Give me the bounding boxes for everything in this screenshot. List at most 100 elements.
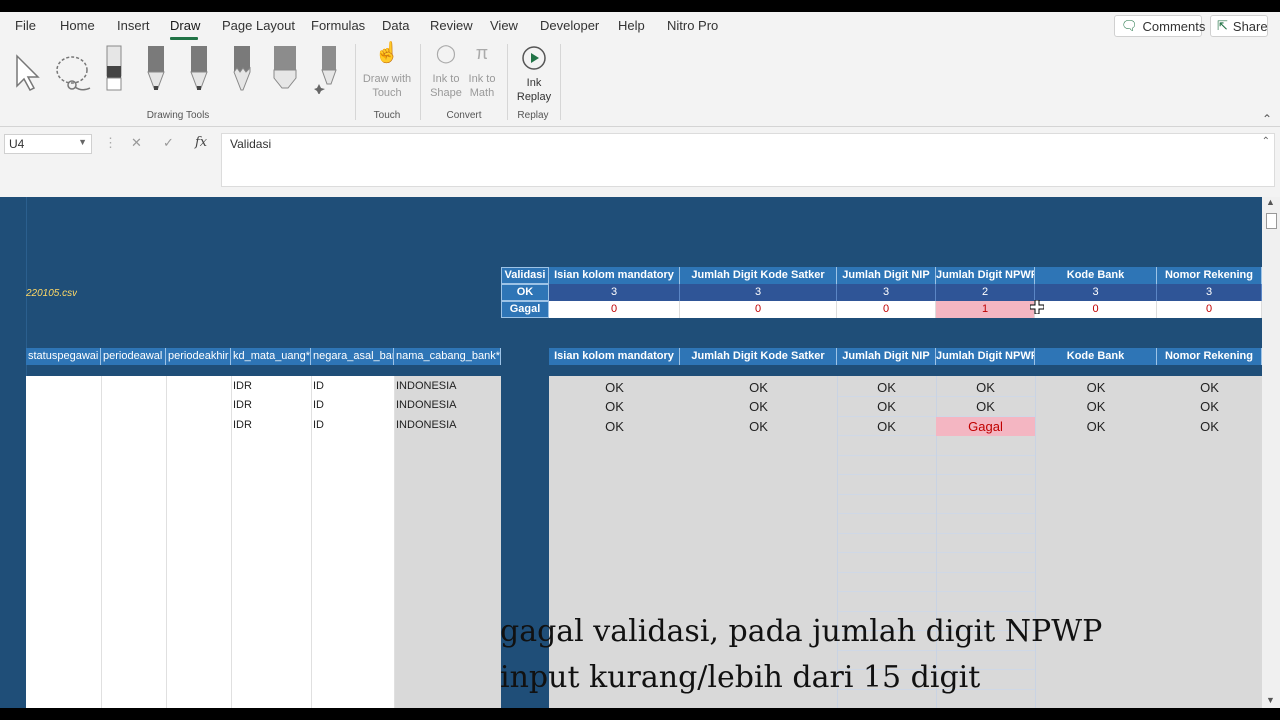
result-cell-ok[interactable]: OK (837, 397, 936, 416)
menu-draw[interactable]: Draw (170, 18, 200, 33)
result-cell-ok[interactable]: OK (549, 417, 680, 436)
menu-review[interactable]: Review (430, 18, 473, 33)
result-cell-ok[interactable]: OK (1035, 417, 1157, 436)
summary-ok-count[interactable]: 3 (549, 284, 680, 301)
result-cell-ok[interactable]: OK (1035, 378, 1157, 397)
menu-view[interactable]: View (490, 18, 518, 33)
pen-gray-1-icon[interactable] (145, 44, 167, 94)
share-button[interactable]: ⇱ Share (1210, 15, 1268, 37)
data-col-header[interactable]: nama_cabang_bank* (394, 348, 501, 365)
data-cell[interactable]: IDR (232, 399, 310, 415)
menu-nitro-pro[interactable]: Nitro Pro (667, 18, 718, 33)
ink-to-math-button[interactable]: π Ink to Math (462, 44, 502, 100)
result-cell-ok[interactable]: OK (680, 397, 837, 416)
summary-col-header[interactable]: Kode Bank (1035, 267, 1157, 284)
data-cell[interactable]: ID (312, 380, 393, 396)
lasso-select-icon[interactable] (54, 54, 94, 94)
menu-home[interactable]: Home (60, 18, 95, 33)
summary-col-header[interactable]: Jumlah Digit NPWP (936, 267, 1035, 284)
summary-ok-count[interactable]: 3 (837, 284, 936, 301)
highlighter-icon[interactable] (270, 44, 300, 94)
summary-col-header[interactable]: Isian kolom mandatory (549, 267, 680, 284)
data-col-header[interactable]: negara_asal_bank* (311, 348, 394, 365)
result-cell-gagal[interactable]: Gagal (936, 417, 1035, 436)
draw-with-touch-button[interactable]: ☝ Draw with Touch (358, 43, 416, 100)
menu-file[interactable]: File (15, 18, 36, 33)
data-cell[interactable]: IDR (232, 419, 310, 435)
vertical-scrollbar[interactable]: ▲ ▼ (1262, 197, 1280, 708)
summary-gagal-count[interactable]: 0 (1157, 301, 1262, 318)
comments-button[interactable]: 🗨 Comments (1114, 15, 1205, 37)
result-cell-ok[interactable]: OK (1157, 397, 1262, 416)
result-cell-ok[interactable]: OK (1157, 417, 1262, 436)
summary-ok-count[interactable]: 2 (936, 284, 1035, 301)
summary-gagal-count[interactable]: 0 (837, 301, 936, 318)
pen-black-icon[interactable] (104, 44, 124, 94)
data-cell[interactable]: ID (312, 399, 393, 415)
result-cell-ok[interactable]: OK (1157, 378, 1262, 397)
menu-insert[interactable]: Insert (117, 18, 150, 33)
data-cell[interactable]: INDONESIA (395, 419, 500, 435)
result-cell-ok[interactable]: OK (549, 378, 680, 397)
action-pen-icon[interactable] (314, 44, 340, 94)
scroll-thumb[interactable] (1266, 213, 1277, 229)
result-col-header[interactable]: Jumlah Digit NPWP (936, 348, 1035, 365)
data-cell[interactable]: IDR (232, 380, 310, 396)
summary-ok-count[interactable]: 3 (1035, 284, 1157, 301)
chevron-down-icon[interactable]: ▼ (78, 137, 87, 147)
data-cell[interactable]: INDONESIA (395, 380, 500, 396)
pencil-icon[interactable] (231, 44, 253, 94)
result-cell-ok[interactable]: OK (680, 378, 837, 397)
video-subtitle-line-1: gagal validasi, pada jumlah digit NPWP (500, 614, 1103, 649)
data-col-header[interactable]: kd_mata_uang* (231, 348, 311, 365)
cancel-entry-icon[interactable]: ✕ (131, 135, 142, 151)
summary-col-header[interactable]: Jumlah Digit NIP (837, 267, 936, 284)
menu-formulas[interactable]: Formulas (311, 18, 365, 33)
result-cell-ok[interactable]: OK (837, 378, 936, 397)
pen-gray-2-icon[interactable] (188, 44, 210, 94)
confirm-entry-icon[interactable]: ✓ (163, 135, 174, 151)
result-cell-ok[interactable]: OK (936, 378, 1035, 397)
result-cell-ok[interactable]: OK (936, 397, 1035, 416)
summary-gagal-count[interactable]: 0 (549, 301, 680, 318)
data-cell[interactable]: INDONESIA (395, 399, 500, 415)
share-icon: ⇱ (1217, 18, 1228, 33)
menu-data[interactable]: Data (382, 18, 409, 33)
ok-label-cell[interactable]: OK (501, 284, 549, 301)
summary-col-header[interactable]: Jumlah Digit Kode Satker (680, 267, 837, 284)
result-col-header[interactable]: Jumlah Digit NIP (837, 348, 936, 365)
menu-developer[interactable]: Developer (540, 18, 599, 33)
result-col-header[interactable]: Nomor Rekening (1157, 348, 1262, 365)
data-cell[interactable]: ID (312, 419, 393, 435)
menu-page-layout[interactable]: Page Layout (222, 18, 295, 33)
data-col-header[interactable]: periodeawal (101, 348, 166, 365)
data-col-header[interactable]: periodeakhir (166, 348, 231, 365)
menu-help[interactable]: Help (618, 18, 645, 33)
validasi-header-cell[interactable]: Validasi (501, 267, 549, 284)
name-box[interactable]: U4 ▼ (4, 134, 92, 154)
collapse-ribbon-icon[interactable]: ⌃ (1262, 112, 1272, 126)
select-pointer-icon[interactable] (14, 54, 42, 92)
result-cell-ok[interactable]: OK (837, 417, 936, 436)
summary-gagal-count[interactable]: 1 (936, 301, 1035, 318)
result-cell-ok[interactable]: OK (680, 417, 837, 436)
drawing-tools-label: Drawing Tools (146, 110, 210, 121)
summary-col-header[interactable]: Nomor Rekening (1157, 267, 1262, 284)
summary-ok-count[interactable]: 3 (680, 284, 837, 301)
insert-function-icon[interactable]: fx (195, 135, 207, 150)
result-cell-ok[interactable]: OK (549, 397, 680, 416)
result-cell-ok[interactable]: OK (1035, 397, 1157, 416)
result-col-header[interactable]: Kode Bank (1035, 348, 1157, 365)
ink-replay-button[interactable]: Ink Replay (510, 44, 558, 104)
summary-gagal-count[interactable]: 0 (1035, 301, 1157, 318)
result-col-header[interactable]: Jumlah Digit Kode Satker (680, 348, 837, 365)
expand-formula-bar-icon[interactable]: ⌃ (1262, 136, 1270, 147)
formula-input[interactable]: Validasi ⌃ (221, 133, 1275, 187)
data-col-header[interactable]: statuspegawai (26, 348, 101, 365)
summary-gagal-count[interactable]: 0 (680, 301, 837, 318)
summary-ok-count[interactable]: 3 (1157, 284, 1262, 301)
scroll-down-icon[interactable]: ▼ (1266, 695, 1275, 705)
scroll-up-icon[interactable]: ▲ (1266, 197, 1275, 207)
result-col-header[interactable]: Isian kolom mandatory (549, 348, 680, 365)
gagal-label-cell[interactable]: Gagal (501, 301, 549, 318)
